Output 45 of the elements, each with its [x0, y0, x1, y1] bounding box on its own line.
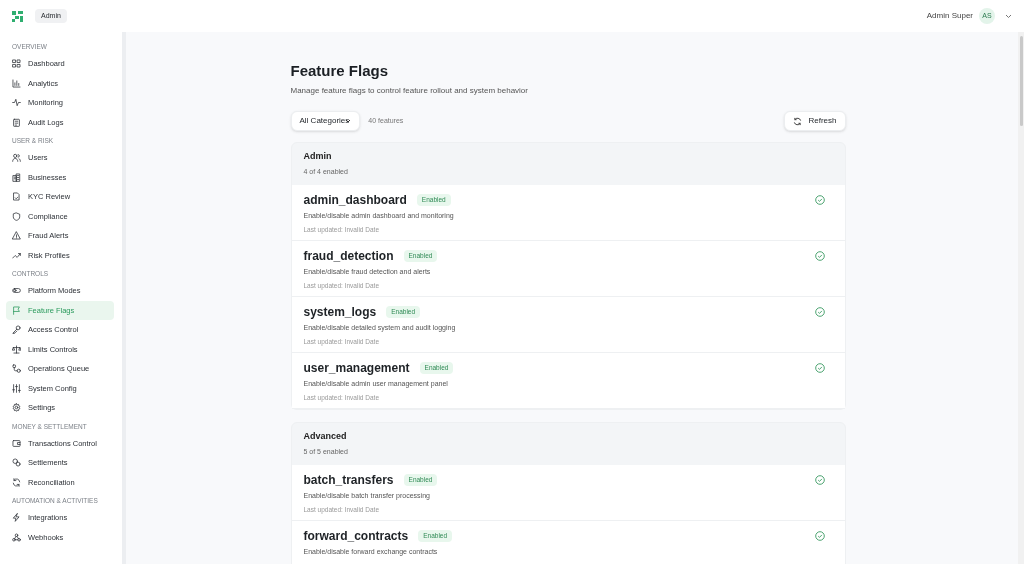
building-icon: [12, 172, 21, 182]
scrollbar-thumb[interactable]: [1019, 36, 1023, 126]
toggle-icon: [12, 286, 21, 296]
refresh-button[interactable]: Refresh: [784, 111, 846, 131]
category-select[interactable]: All Categories: [290, 111, 361, 131]
coins-icon: [12, 458, 21, 468]
trend-icon: [12, 250, 21, 260]
warning-icon: [12, 231, 21, 241]
flag-name: batch_transfers: [303, 472, 394, 489]
page-subtitle: Manage feature flags to control feature rollout and system behavior: [290, 85, 529, 97]
flag-name: system_logs: [303, 304, 377, 321]
page-title: Feature Flags: [290, 61, 390, 81]
check-circle-icon[interactable]: [814, 531, 825, 541]
refresh-icon: [793, 116, 803, 126]
route-icon: [12, 364, 21, 374]
check-circle-icon[interactable]: [814, 251, 825, 261]
flag-icon: [12, 305, 21, 315]
group-title: Admin: [303, 150, 333, 163]
flag-name: user_management: [303, 360, 410, 377]
webhook-icon: [12, 532, 21, 542]
check-circle-icon[interactable]: [814, 363, 825, 373]
flag-name: admin_dashboard: [303, 192, 407, 209]
pulse-icon: [12, 98, 21, 108]
check-circle-icon[interactable]: [814, 475, 825, 485]
document-icon: [12, 192, 21, 202]
chevron-down-icon[interactable]: [1005, 13, 1012, 19]
key-icon: [12, 325, 21, 335]
check-circle-icon[interactable]: [814, 307, 825, 317]
grid-icon: [12, 59, 21, 69]
gear-icon: [12, 403, 21, 413]
clipboard-icon: [12, 117, 21, 127]
flag-name: forward_contracts: [303, 528, 409, 545]
bar-chart-icon: [12, 78, 21, 88]
scale-icon: [12, 344, 21, 354]
check-circle-icon[interactable]: [814, 195, 825, 205]
flag-name: fraud_detection: [303, 248, 394, 265]
wallet-icon: [12, 438, 21, 448]
shield-icon: [12, 211, 21, 221]
users-icon: [12, 153, 21, 163]
sliders-icon: [12, 383, 21, 393]
lightning-icon: [12, 513, 21, 523]
user-name: Admin Super: [926, 10, 973, 22]
refresh-icon: [12, 477, 21, 487]
group-title: Advanced: [303, 430, 348, 443]
logo-icon: [12, 10, 23, 22]
